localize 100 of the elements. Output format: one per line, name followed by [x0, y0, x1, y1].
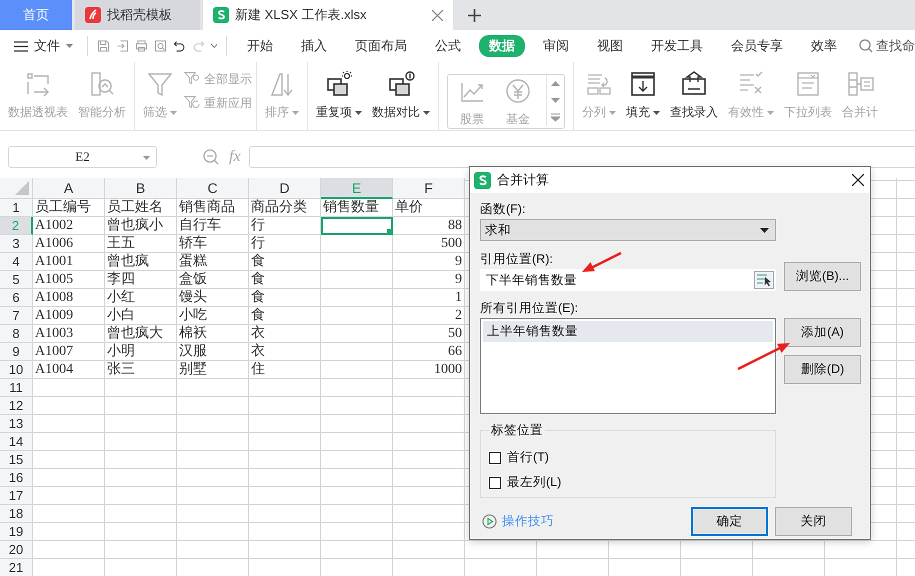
row-header[interactable]: 6: [0, 289, 33, 307]
ribbon-button[interactable]: 数据对比: [368, 68, 434, 121]
compare-icon: [387, 70, 415, 98]
table-cell-text: 小红: [106, 289, 136, 307]
fill-down-icon: [629, 70, 657, 98]
column-header[interactable]: C: [177, 178, 249, 199]
select-all-icon[interactable]: [15, 181, 29, 195]
table-cell-text: 别墅: [178, 361, 208, 379]
ribbon-tab[interactable]: 开发工具: [641, 35, 714, 57]
column-header[interactable]: B: [105, 178, 177, 199]
column-header[interactable]: A: [33, 178, 105, 199]
table-cell-text: 销售商品: [178, 199, 236, 217]
table-cell-text: 轿车: [178, 235, 208, 253]
table-cell-text: 商品分类: [250, 199, 308, 217]
row-header[interactable]: 17: [0, 487, 33, 505]
spreadsheet-logo-icon: [213, 7, 229, 23]
row-header[interactable]: 8: [0, 325, 33, 343]
dialog-button[interactable]: 确定: [691, 507, 768, 536]
upload-box-icon: [680, 70, 708, 98]
command-search[interactable]: 查找命: [859, 37, 915, 55]
caret-icon: [143, 156, 150, 160]
table-cell-text: A1005: [34, 271, 74, 289]
table-cell-text: 汉服: [178, 343, 208, 361]
delete-button[interactable]: 删除(D): [784, 355, 861, 384]
table-cell-text: 9: [454, 271, 463, 289]
ribbon-tab[interactable]: 视图: [587, 35, 634, 57]
table-cell-text: 曾也疯大: [106, 325, 164, 343]
table-cell-text: 员工姓名: [106, 199, 164, 217]
row-header[interactable]: 15: [0, 451, 33, 469]
column-header[interactable]: F: [393, 178, 465, 199]
table-cell-text: 食: [250, 253, 266, 271]
row-header[interactable]: 20: [0, 541, 33, 559]
name-box[interactable]: E2: [8, 146, 157, 168]
close-icon[interactable]: [852, 174, 864, 186]
row-header[interactable]: 16: [0, 469, 33, 487]
add-tab-icon[interactable]: [468, 8, 481, 22]
row-header[interactable]: 1: [0, 199, 33, 217]
row-header[interactable]: 5: [0, 271, 33, 289]
ribbon-tab[interactable]: 会员专享: [721, 35, 794, 57]
field-label: 函数(F):: [480, 201, 526, 217]
caret-icon[interactable]: [210, 43, 218, 49]
ribbon-tab[interactable]: 审阅: [533, 35, 580, 57]
column-header[interactable]: D: [249, 178, 321, 199]
table-cell-text: 66: [447, 343, 463, 361]
row-header[interactable]: 19: [0, 523, 33, 541]
row-header[interactable]: 13: [0, 415, 33, 433]
table-cell-text: 销售数量: [322, 199, 380, 217]
table-cell-text: A1002: [34, 217, 74, 235]
ribbon-tab[interactable]: 公式: [425, 35, 472, 57]
dialog-button[interactable]: 关闭: [775, 507, 852, 536]
ribbon-button[interactable]: 填充: [622, 68, 664, 121]
play-icon: [482, 514, 497, 529]
field-label: 引用位置(R):: [480, 251, 553, 267]
table-cell-text: 自行车: [178, 217, 222, 235]
scroll-up-icon[interactable]: [551, 79, 560, 88]
reference-list[interactable]: 上半年销售数量: [480, 318, 776, 414]
table-cell-text: A1003: [34, 325, 74, 343]
table-cell-text: 衣: [250, 343, 266, 361]
browse-button[interactable]: 浏览(B)...: [784, 262, 861, 291]
checkbox-label: 最左列(L): [507, 474, 562, 491]
row-header[interactable]: 21: [0, 559, 33, 576]
row-header[interactable]: 12: [0, 397, 33, 415]
function-select[interactable]: 求和: [480, 219, 776, 241]
more-icon[interactable]: [551, 113, 560, 122]
file-menu[interactable]: 文件: [14, 37, 73, 55]
table-cell-text: 王五: [106, 235, 136, 253]
table-cell-text: 曾也疯小: [106, 217, 164, 235]
ribbon-tab[interactable]: 页面布局: [345, 35, 418, 57]
row-header[interactable]: 10: [0, 361, 33, 379]
tab[interactable]: 找稻壳模板: [75, 0, 200, 30]
table-cell-text: 行: [250, 217, 266, 235]
arrow: [737, 343, 790, 370]
table-cell-text: A1001: [34, 253, 74, 271]
row-header[interactable]: 18: [0, 505, 33, 523]
checkbox[interactable]: [489, 452, 501, 464]
row-header[interactable]: 7: [0, 307, 33, 325]
reference-field[interactable]: 下半年销售数量: [480, 269, 776, 291]
ribbon-tab[interactable]: 开始: [237, 35, 284, 57]
row-header[interactable]: 9: [0, 343, 33, 361]
scroll-down-icon[interactable]: [551, 96, 560, 105]
row-header[interactable]: 14: [0, 433, 33, 451]
table-cell-text: 小明: [106, 343, 136, 361]
ribbon-tab[interactable]: 效率: [801, 35, 848, 57]
ribbon-button[interactable]: 查找录入: [666, 68, 722, 121]
selected-cell[interactable]: [321, 217, 393, 235]
zoom-out-icon[interactable]: [203, 148, 219, 164]
table-cell-text: A1008: [34, 289, 74, 307]
row-header[interactable]: 11: [0, 379, 33, 397]
ribbon-tab[interactable]: 插入: [291, 35, 338, 57]
row-header[interactable]: 4: [0, 253, 33, 271]
tab[interactable]: 新建 XLSX 工作表.xlsx: [203, 0, 453, 30]
row-header[interactable]: 3: [0, 235, 33, 253]
table-cell-text: 蛋糕: [178, 253, 208, 271]
table-cell-text: 小白: [106, 307, 136, 325]
ribbon-button[interactable]: 重复项: [312, 68, 366, 121]
add-button[interactable]: 添加(A): [784, 318, 861, 347]
table-cell-text: 衣: [250, 325, 266, 343]
checkbox[interactable]: [489, 476, 501, 488]
list-item[interactable]: 上半年销售数量: [483, 321, 773, 342]
range-picker-icon[interactable]: [754, 271, 774, 289]
